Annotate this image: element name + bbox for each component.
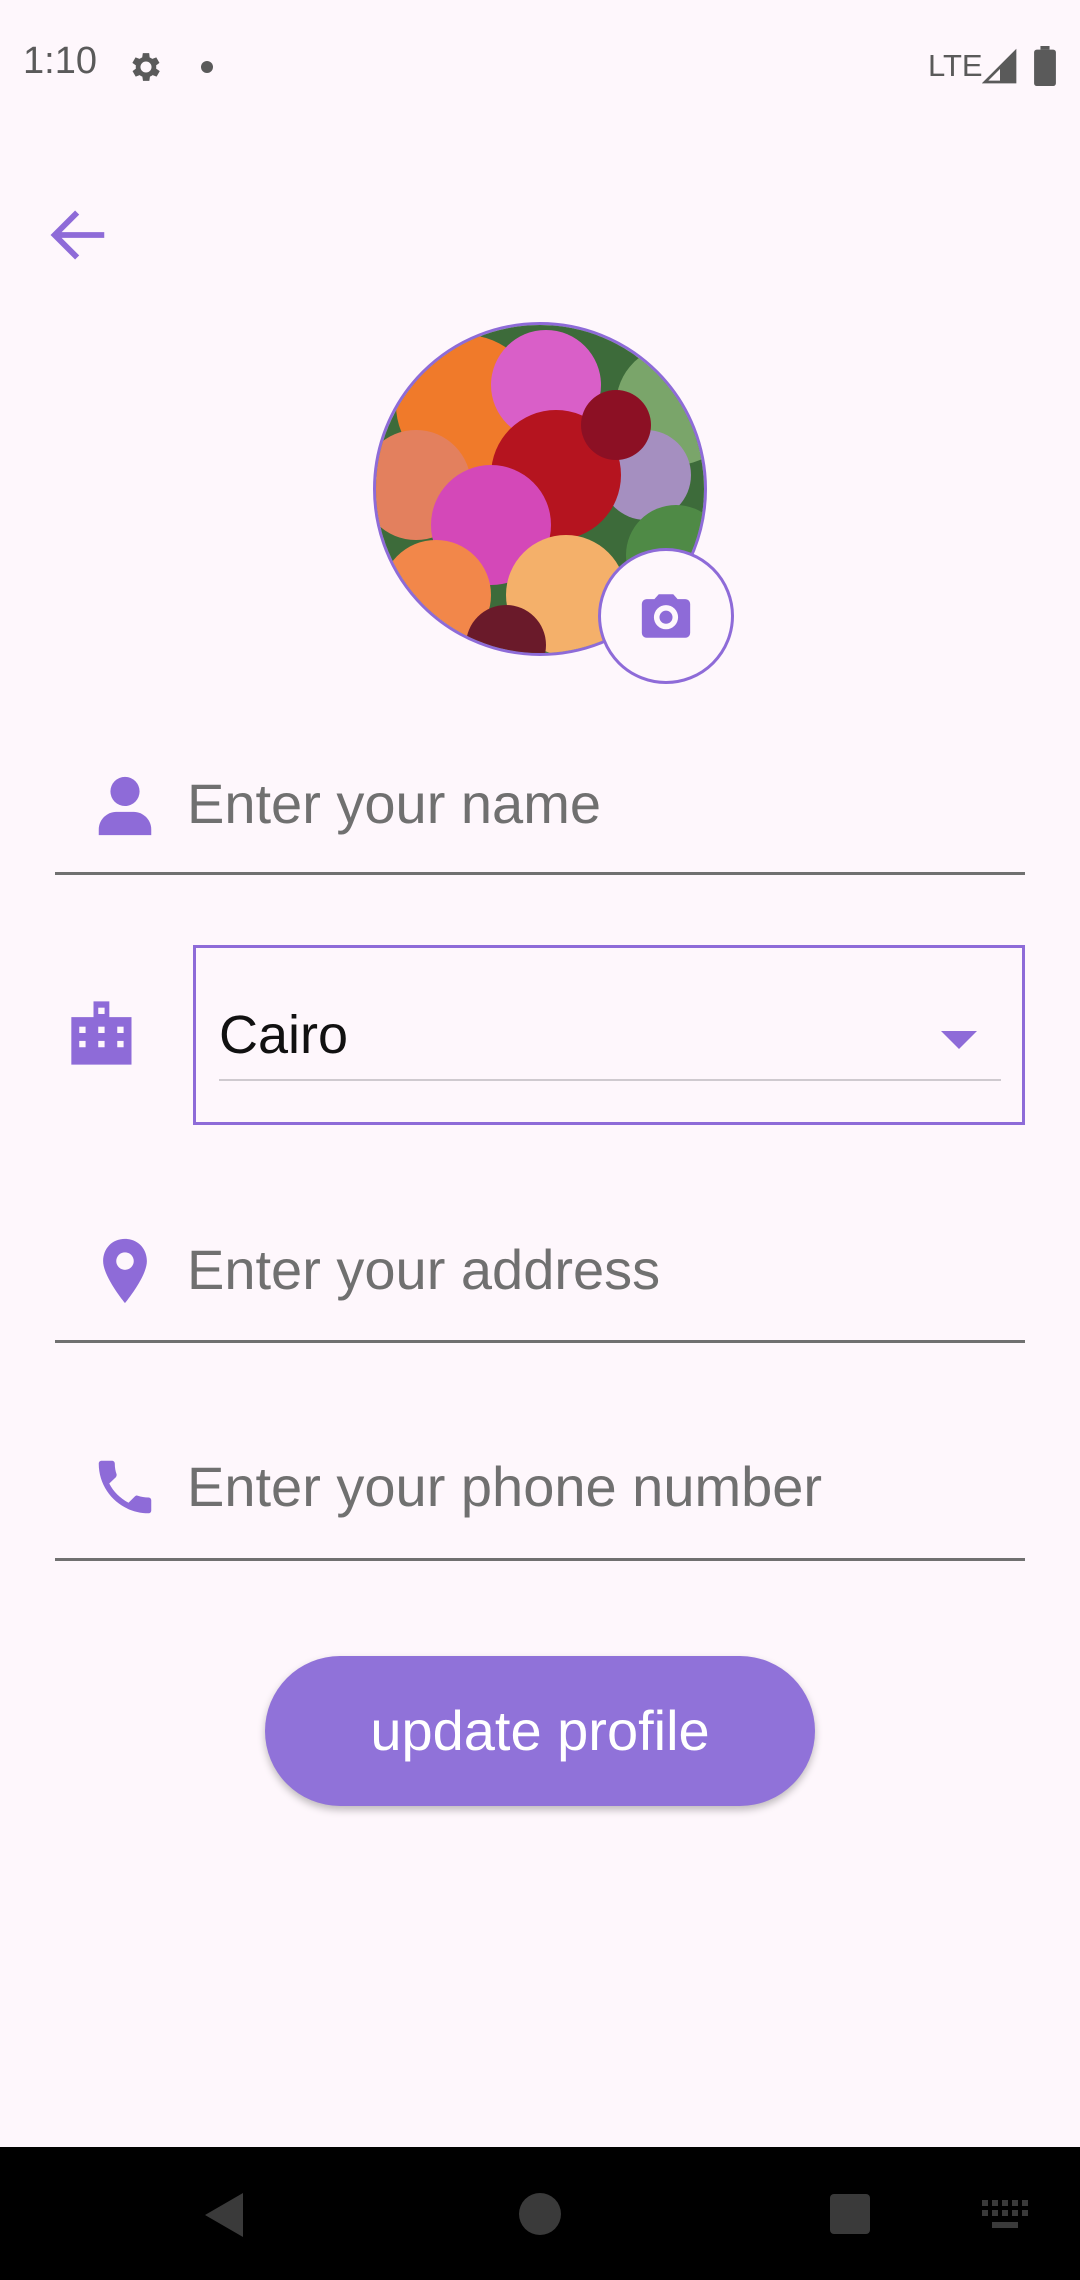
person-icon bbox=[98, 776, 152, 836]
keyboard-icon[interactable] bbox=[982, 2200, 1030, 2230]
update-profile-button[interactable]: update profile bbox=[265, 1656, 815, 1806]
nav-back-icon[interactable] bbox=[205, 2193, 243, 2237]
camera-icon bbox=[641, 594, 691, 638]
phone-underline bbox=[55, 1558, 1025, 1561]
location-pin-icon bbox=[103, 1238, 147, 1304]
battery-icon bbox=[1034, 46, 1056, 86]
back-arrow-icon[interactable] bbox=[40, 200, 116, 270]
name-input[interactable]: Enter your name bbox=[187, 771, 601, 836]
name-field[interactable]: Enter your name bbox=[55, 723, 1025, 875]
phone-field[interactable]: Enter your phone number bbox=[55, 1407, 1025, 1561]
nav-home-icon[interactable] bbox=[519, 2193, 561, 2235]
profile-screen: 1:10 LTE Enter your name Cairo Enter you… bbox=[0, 0, 1080, 2280]
network-type: LTE bbox=[928, 48, 983, 83]
gear-icon bbox=[132, 53, 160, 81]
nav-recents-icon[interactable] bbox=[830, 2194, 870, 2234]
notification-dot-icon bbox=[201, 61, 213, 73]
phone-input[interactable]: Enter your phone number bbox=[187, 1454, 822, 1519]
phone-icon bbox=[98, 1460, 152, 1514]
dropdown-caret-icon bbox=[941, 1031, 977, 1049]
city-underline bbox=[219, 1079, 1001, 1081]
system-nav-bar bbox=[0, 2147, 1080, 2280]
change-photo-button[interactable] bbox=[598, 548, 734, 684]
status-time: 1:10 bbox=[23, 40, 97, 82]
name-underline bbox=[55, 872, 1025, 875]
city-icon bbox=[71, 1001, 132, 1065]
address-underline bbox=[55, 1340, 1025, 1343]
city-selected-value: Cairo bbox=[219, 1005, 349, 1065]
signal-icon bbox=[982, 48, 1017, 84]
status-bar: 1:10 LTE bbox=[0, 0, 1080, 135]
address-field[interactable]: Enter your address bbox=[55, 1190, 1025, 1343]
city-dropdown[interactable]: Cairo bbox=[193, 945, 1025, 1125]
address-input[interactable]: Enter your address bbox=[187, 1237, 660, 1302]
